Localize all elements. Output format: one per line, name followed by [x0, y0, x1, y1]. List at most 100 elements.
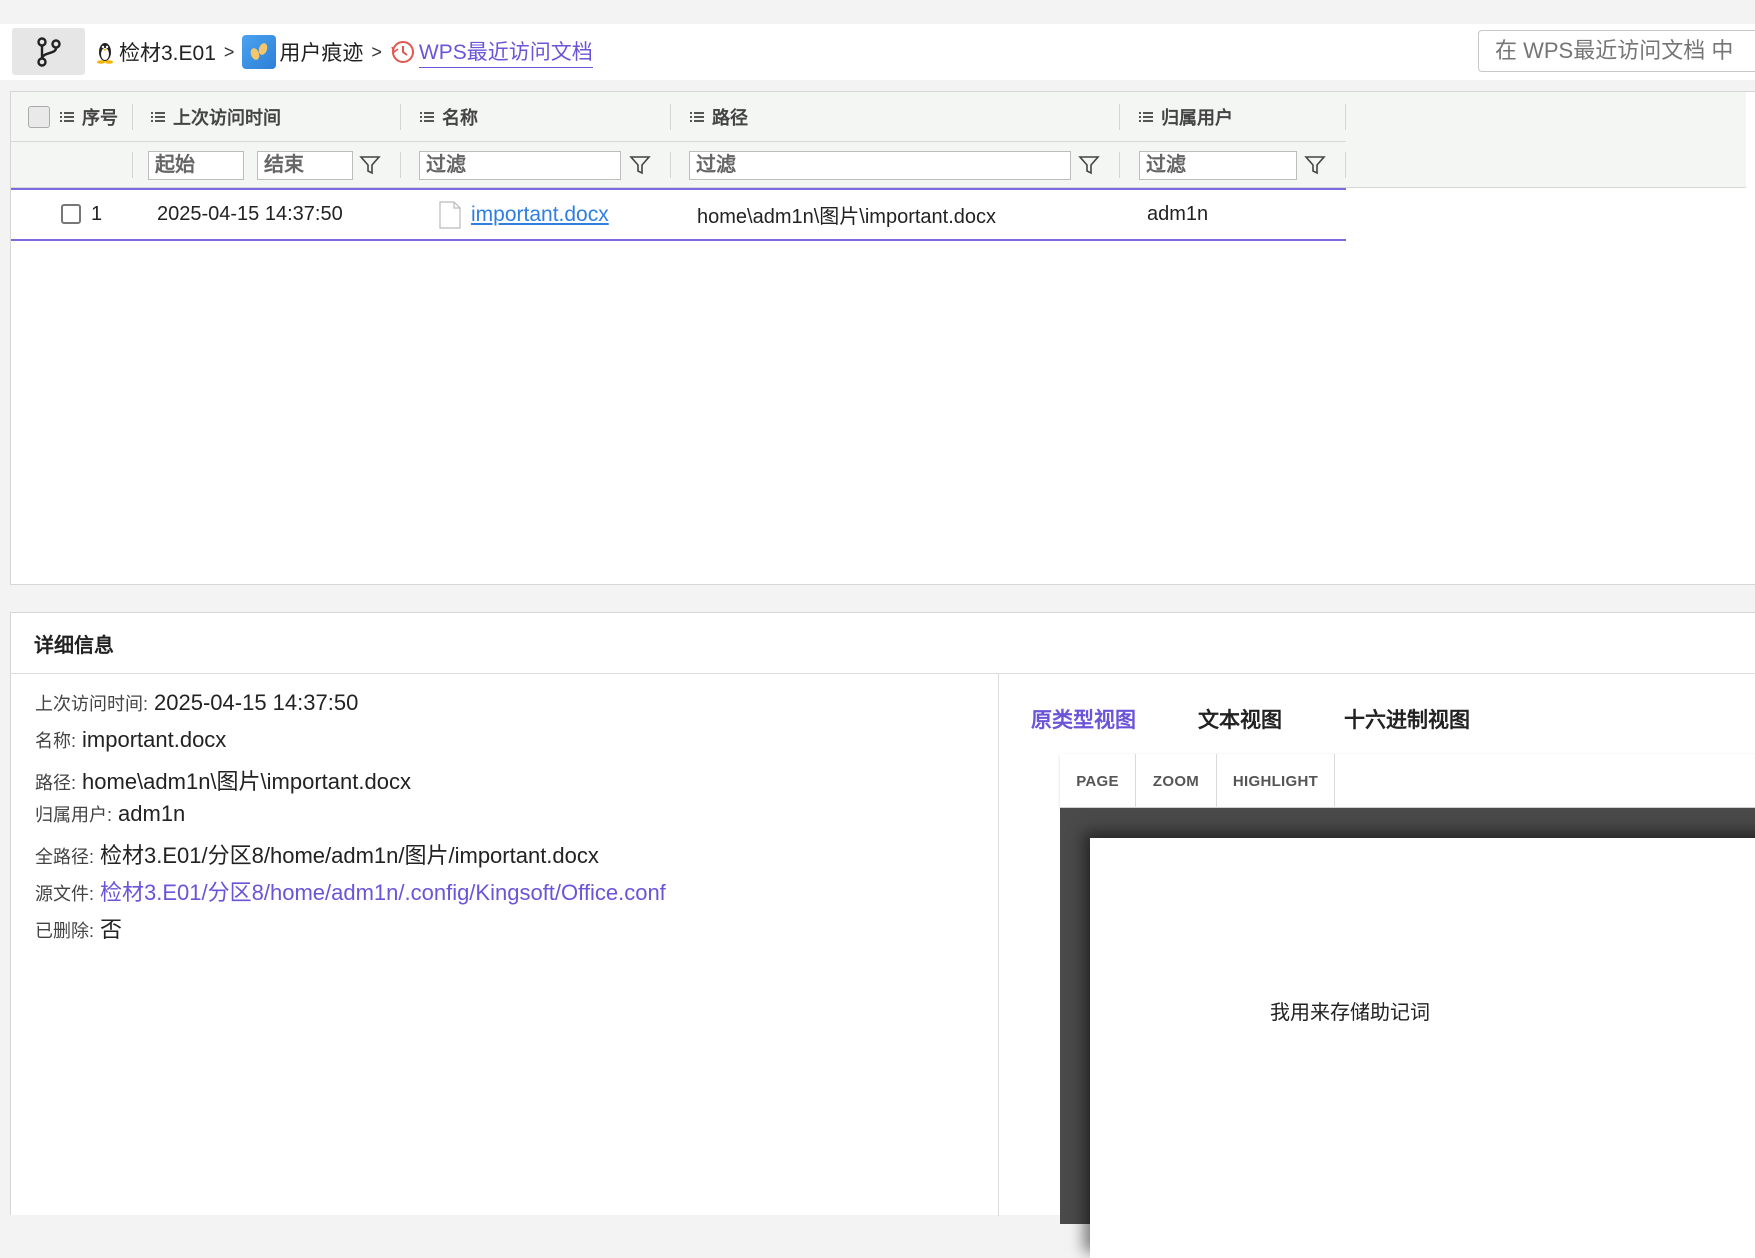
- tab-text-view[interactable]: 文本视图: [1198, 704, 1282, 734]
- column-divider: [132, 152, 133, 178]
- top-band: [0, 0, 1755, 12]
- row-checkbox[interactable]: [61, 204, 81, 224]
- file-viewer: 原类型视图 文本视图 十六进制视图 PAGE ZOOM HIGHLIGHT 我用…: [1000, 674, 1755, 1258]
- git-branch-icon: [36, 36, 61, 67]
- column-header-owner[interactable]: 归属用户: [1139, 92, 1233, 142]
- filter-funnel-icon[interactable]: [359, 154, 381, 176]
- details-title: 详细信息: [11, 613, 1755, 674]
- list-icon: [690, 112, 704, 122]
- column-header-path[interactable]: 路径: [690, 92, 748, 142]
- property-label: 已删除:: [35, 921, 95, 941]
- document-icon: [439, 200, 461, 229]
- tab-native-view[interactable]: 原类型视图: [1031, 704, 1136, 734]
- crumb-separator: >: [371, 41, 382, 62]
- column-label: 上次访问时间: [173, 108, 281, 128]
- property-row: 路径: home\adm1n\图片\important.docx: [35, 764, 998, 801]
- property-label: 全路径:: [35, 847, 95, 867]
- preview-canvas[interactable]: 我用来存储助记词: [1060, 808, 1755, 1258]
- linux-penguin-icon: [97, 43, 113, 64]
- property-value: important.docx: [82, 727, 227, 752]
- column-divider[interactable]: [132, 104, 133, 130]
- search-input[interactable]: [1478, 30, 1755, 72]
- crumb-evidence[interactable]: 检材3.E01: [94, 37, 216, 67]
- file-name-link[interactable]: important.docx: [471, 203, 609, 227]
- list-icon: [60, 112, 74, 122]
- cell-path: home\adm1n\图片\important.docx: [697, 206, 997, 228]
- property-value: 2025-04-15 14:37:50: [154, 690, 359, 715]
- property-label: 名称:: [35, 731, 77, 751]
- crumb-label: WPS最近访问文档: [418, 36, 593, 68]
- column-label: 序号: [82, 108, 118, 128]
- column-divider[interactable]: [400, 104, 401, 130]
- cell-index: 1: [91, 203, 103, 225]
- zoom-button[interactable]: ZOOM: [1136, 754, 1217, 808]
- table-row[interactable]: 1 2025-04-15 14:37:50 important.docx hom…: [11, 190, 1346, 241]
- filter-funnel-icon[interactable]: [629, 154, 651, 176]
- crumb-label: 检材3.E01: [119, 42, 216, 65]
- path-filter-input[interactable]: 过滤: [689, 151, 1071, 180]
- property-value: 否: [100, 917, 123, 942]
- property-row: 名称: important.docx: [35, 727, 998, 764]
- document-preview: PAGE ZOOM HIGHLIGHT 我用来存储助记词: [1060, 754, 1755, 1258]
- column-divider: [1119, 152, 1120, 178]
- property-label: 源文件:: [35, 884, 95, 904]
- page-button[interactable]: PAGE: [1060, 754, 1136, 808]
- viewer-tabs: 原类型视图 文本视图 十六进制视图: [1031, 704, 1470, 734]
- property-label: 路径:: [35, 773, 77, 793]
- crumb-label: 用户痕迹: [279, 42, 364, 65]
- results-table-panel: 序号 上次访问时间 名称 路径 归属用户 起始 结束 过滤 过滤 过滤 1 20…: [10, 91, 1755, 585]
- branch-button[interactable]: [12, 28, 85, 75]
- property-row: 上次访问时间: 2025-04-15 14:37:50: [35, 690, 998, 727]
- cell-owner: adm1n: [1147, 203, 1209, 225]
- column-divider[interactable]: [1345, 104, 1346, 130]
- breadcrumb: 检材3.E01 > 用户痕迹 > WPS最近访问文档: [94, 24, 593, 80]
- date-end-filter[interactable]: 结束: [257, 151, 353, 180]
- details-properties: 上次访问时间: 2025-04-15 14:37:50 名称: important.…: [11, 674, 999, 1216]
- highlight-button[interactable]: HIGHLIGHT: [1217, 754, 1335, 808]
- crumb-wps-recent[interactable]: WPS最近访问文档: [390, 36, 593, 68]
- filter-funnel-icon[interactable]: [1304, 154, 1326, 176]
- source-file-link[interactable]: 检材3.E01/分区8/home/adm1n/.config/Kingsoft/…: [100, 875, 666, 907]
- document-text: 我用来存储助记词: [1270, 1002, 1430, 1024]
- cell-last-access: 2025-04-15 14:37:50: [157, 203, 343, 225]
- property-label: 归属用户:: [35, 805, 113, 825]
- property-row: 全路径: 检材3.E01/分区8/home/adm1n/图片/important.…: [35, 838, 998, 875]
- property-row: 源文件: 检材3.E01/分区8/home/adm1n/.config/Kings…: [35, 875, 998, 912]
- details-panel: 详细信息 上次访问时间: 2025-04-15 14:37:50 名称: impor…: [10, 612, 1755, 1258]
- column-header-last-access[interactable]: 上次访问时间: [151, 92, 281, 142]
- property-value: 检材3.E01/分区8/home/adm1n/图片/important.docx: [100, 843, 599, 868]
- footprints-icon: [242, 35, 277, 69]
- select-all-checkbox[interactable]: [28, 106, 50, 128]
- filter-row: 起始 结束 过滤 过滤 过滤: [11, 142, 1346, 188]
- column-divider: [400, 152, 401, 178]
- column-header-name[interactable]: 名称: [420, 92, 478, 142]
- list-icon: [1139, 112, 1153, 122]
- clock-history-icon: [391, 41, 414, 63]
- owner-filter-input[interactable]: 过滤: [1139, 151, 1297, 180]
- list-icon: [151, 112, 165, 122]
- column-divider[interactable]: [1119, 104, 1120, 130]
- column-label: 路径: [712, 108, 748, 128]
- breadcrumb-bar: 检材3.E01 > 用户痕迹 > WPS最近访问文档: [0, 24, 1755, 80]
- tab-hex-view[interactable]: 十六进制视图: [1344, 704, 1470, 734]
- name-filter-input[interactable]: 过滤: [419, 151, 621, 180]
- property-value: adm1n: [118, 801, 186, 826]
- column-divider: [1345, 152, 1346, 178]
- column-divider: [670, 152, 671, 178]
- column-header-index[interactable]: 序号: [60, 92, 118, 142]
- crumb-user-traces[interactable]: 用户痕迹: [242, 35, 363, 69]
- cell-name: important.docx: [439, 190, 609, 239]
- crumb-separator: >: [223, 41, 235, 62]
- property-row: 已删除: 否: [35, 912, 998, 949]
- filter-funnel-icon[interactable]: [1078, 154, 1100, 176]
- property-row: 归属用户: adm1n: [35, 801, 998, 838]
- column-header-row: 序号 上次访问时间 名称 路径 归属用户: [11, 92, 1346, 142]
- column-label: 名称: [442, 108, 478, 128]
- property-label: 上次访问时间:: [35, 694, 149, 714]
- property-value: home\adm1n\图片\important.docx: [82, 769, 411, 794]
- date-start-filter[interactable]: 起始: [148, 151, 244, 180]
- column-label: 归属用户: [1161, 108, 1233, 128]
- list-icon: [420, 112, 434, 122]
- column-divider[interactable]: [670, 104, 671, 130]
- document-page: 我用来存储助记词: [1090, 838, 1755, 1258]
